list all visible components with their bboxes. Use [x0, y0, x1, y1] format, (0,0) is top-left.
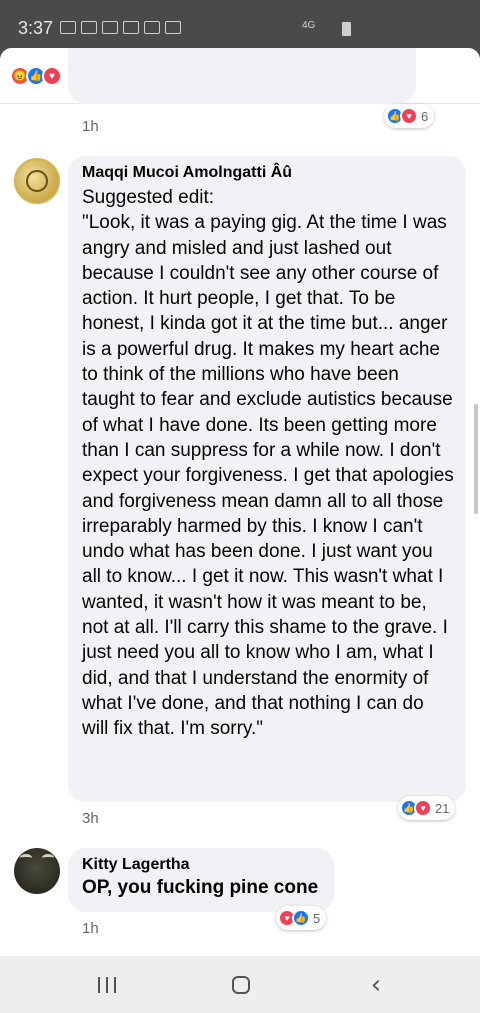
comment-author[interactable]: Kitty Lagertha: [82, 856, 322, 874]
scrollbar[interactable]: [474, 404, 478, 514]
android-nav-bar: ‹: [0, 956, 480, 1013]
status-time: 3:37: [18, 18, 54, 38]
comment-text: OP, you fucking pine cone: [82, 877, 319, 898]
comment-reactions[interactable]: 👍 ♥ 21: [398, 796, 456, 820]
recent-apps-button[interactable]: [87, 970, 127, 1000]
comment-bubble[interactable]: Kitty Lagertha OP, you fucking pine cone: [68, 848, 334, 912]
previous-comment-bubble[interactable]: [68, 48, 416, 104]
avatar-ring: [26, 170, 48, 192]
like-icon: 👍: [292, 909, 310, 927]
image-icon: [144, 21, 160, 34]
reaction-count: 6: [421, 108, 429, 124]
comment-timestamp[interactable]: 1h: [82, 920, 99, 937]
ap-news-icon: [102, 21, 118, 34]
horn-shape: [42, 854, 54, 862]
horn-shape: [20, 854, 32, 862]
reaction-icons: 😠 👍 ♥: [10, 66, 62, 86]
previous-comment-reactions[interactable]: 👍 ♥ 6: [384, 104, 435, 128]
love-icon: ♥: [400, 107, 418, 125]
comment-bubble[interactable]: Maqqi Mucoi Amolngatti Âû Suggested edit…: [68, 156, 466, 802]
reaction-count: 5: [313, 910, 321, 926]
missed-call-icon: [81, 21, 97, 34]
love-icon: ♥: [42, 66, 62, 86]
comment-timestamp[interactable]: 3h: [82, 810, 99, 827]
love-icon: ♥: [414, 799, 432, 817]
reaction-count: 21: [435, 800, 450, 816]
avatar[interactable]: [14, 158, 60, 204]
comment-text: Suggested edit: "Look, it was a paying g…: [82, 187, 454, 740]
message-icon: [60, 21, 76, 34]
status-bar: 3:37 4G: [0, 0, 480, 48]
comment-author[interactable]: Maqqi Mucoi Amolngatti Âû: [82, 164, 454, 182]
comments-sheet: 😠 👍 ♥ 87 › 👍 ♥ 6 1h Maqqi Mucoi Amolngat…: [0, 48, 480, 956]
notification-icons: [60, 21, 181, 34]
network-label: 4G: [302, 20, 316, 31]
ap-news-icon: [123, 21, 139, 34]
avatar[interactable]: [14, 848, 60, 894]
comment-reactions[interactable]: ♥ 👍 5: [276, 906, 327, 930]
news-icon: [165, 21, 181, 34]
home-button[interactable]: [221, 970, 261, 1000]
comment-timestamp[interactable]: 1h: [82, 118, 99, 135]
battery-icon: [342, 22, 351, 36]
back-button[interactable]: ‹: [356, 970, 396, 1000]
